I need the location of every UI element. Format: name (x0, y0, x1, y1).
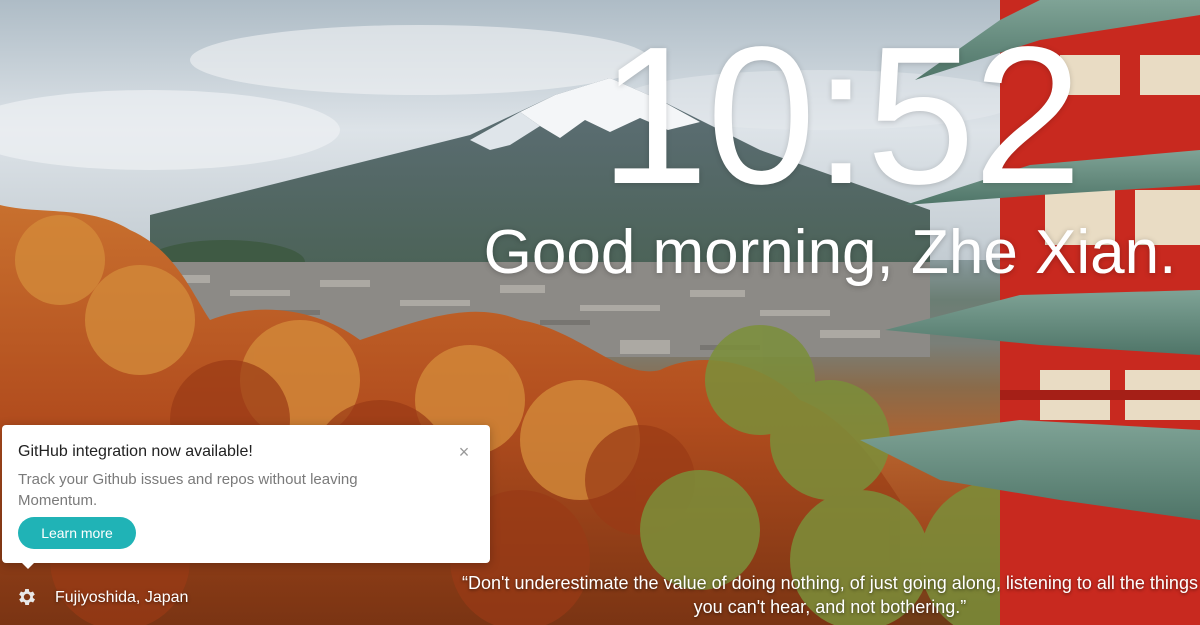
popup-body: Track your Github issues and repos witho… (18, 471, 358, 509)
momentum-dashboard: 10:52 Good morning, Zhe Xian. GitHub int… (0, 0, 1200, 625)
popup-tail (20, 561, 36, 569)
learn-more-button[interactable]: Learn more (18, 517, 136, 549)
gear-icon[interactable] (16, 586, 38, 608)
popup-title: GitHub integration now available! (18, 443, 253, 460)
greeting-text[interactable]: Good morning, Zhe Xian. (470, 218, 1190, 288)
github-integration-popup: GitHub integration now available! × Trac… (2, 425, 490, 563)
clock-time[interactable]: 10:52 (560, 18, 1120, 214)
close-icon[interactable]: × (454, 443, 474, 463)
daily-quote[interactable]: “Don't underestimate the value of doing … (460, 571, 1200, 619)
location-label[interactable]: Fujiyoshida, Japan (55, 589, 188, 607)
